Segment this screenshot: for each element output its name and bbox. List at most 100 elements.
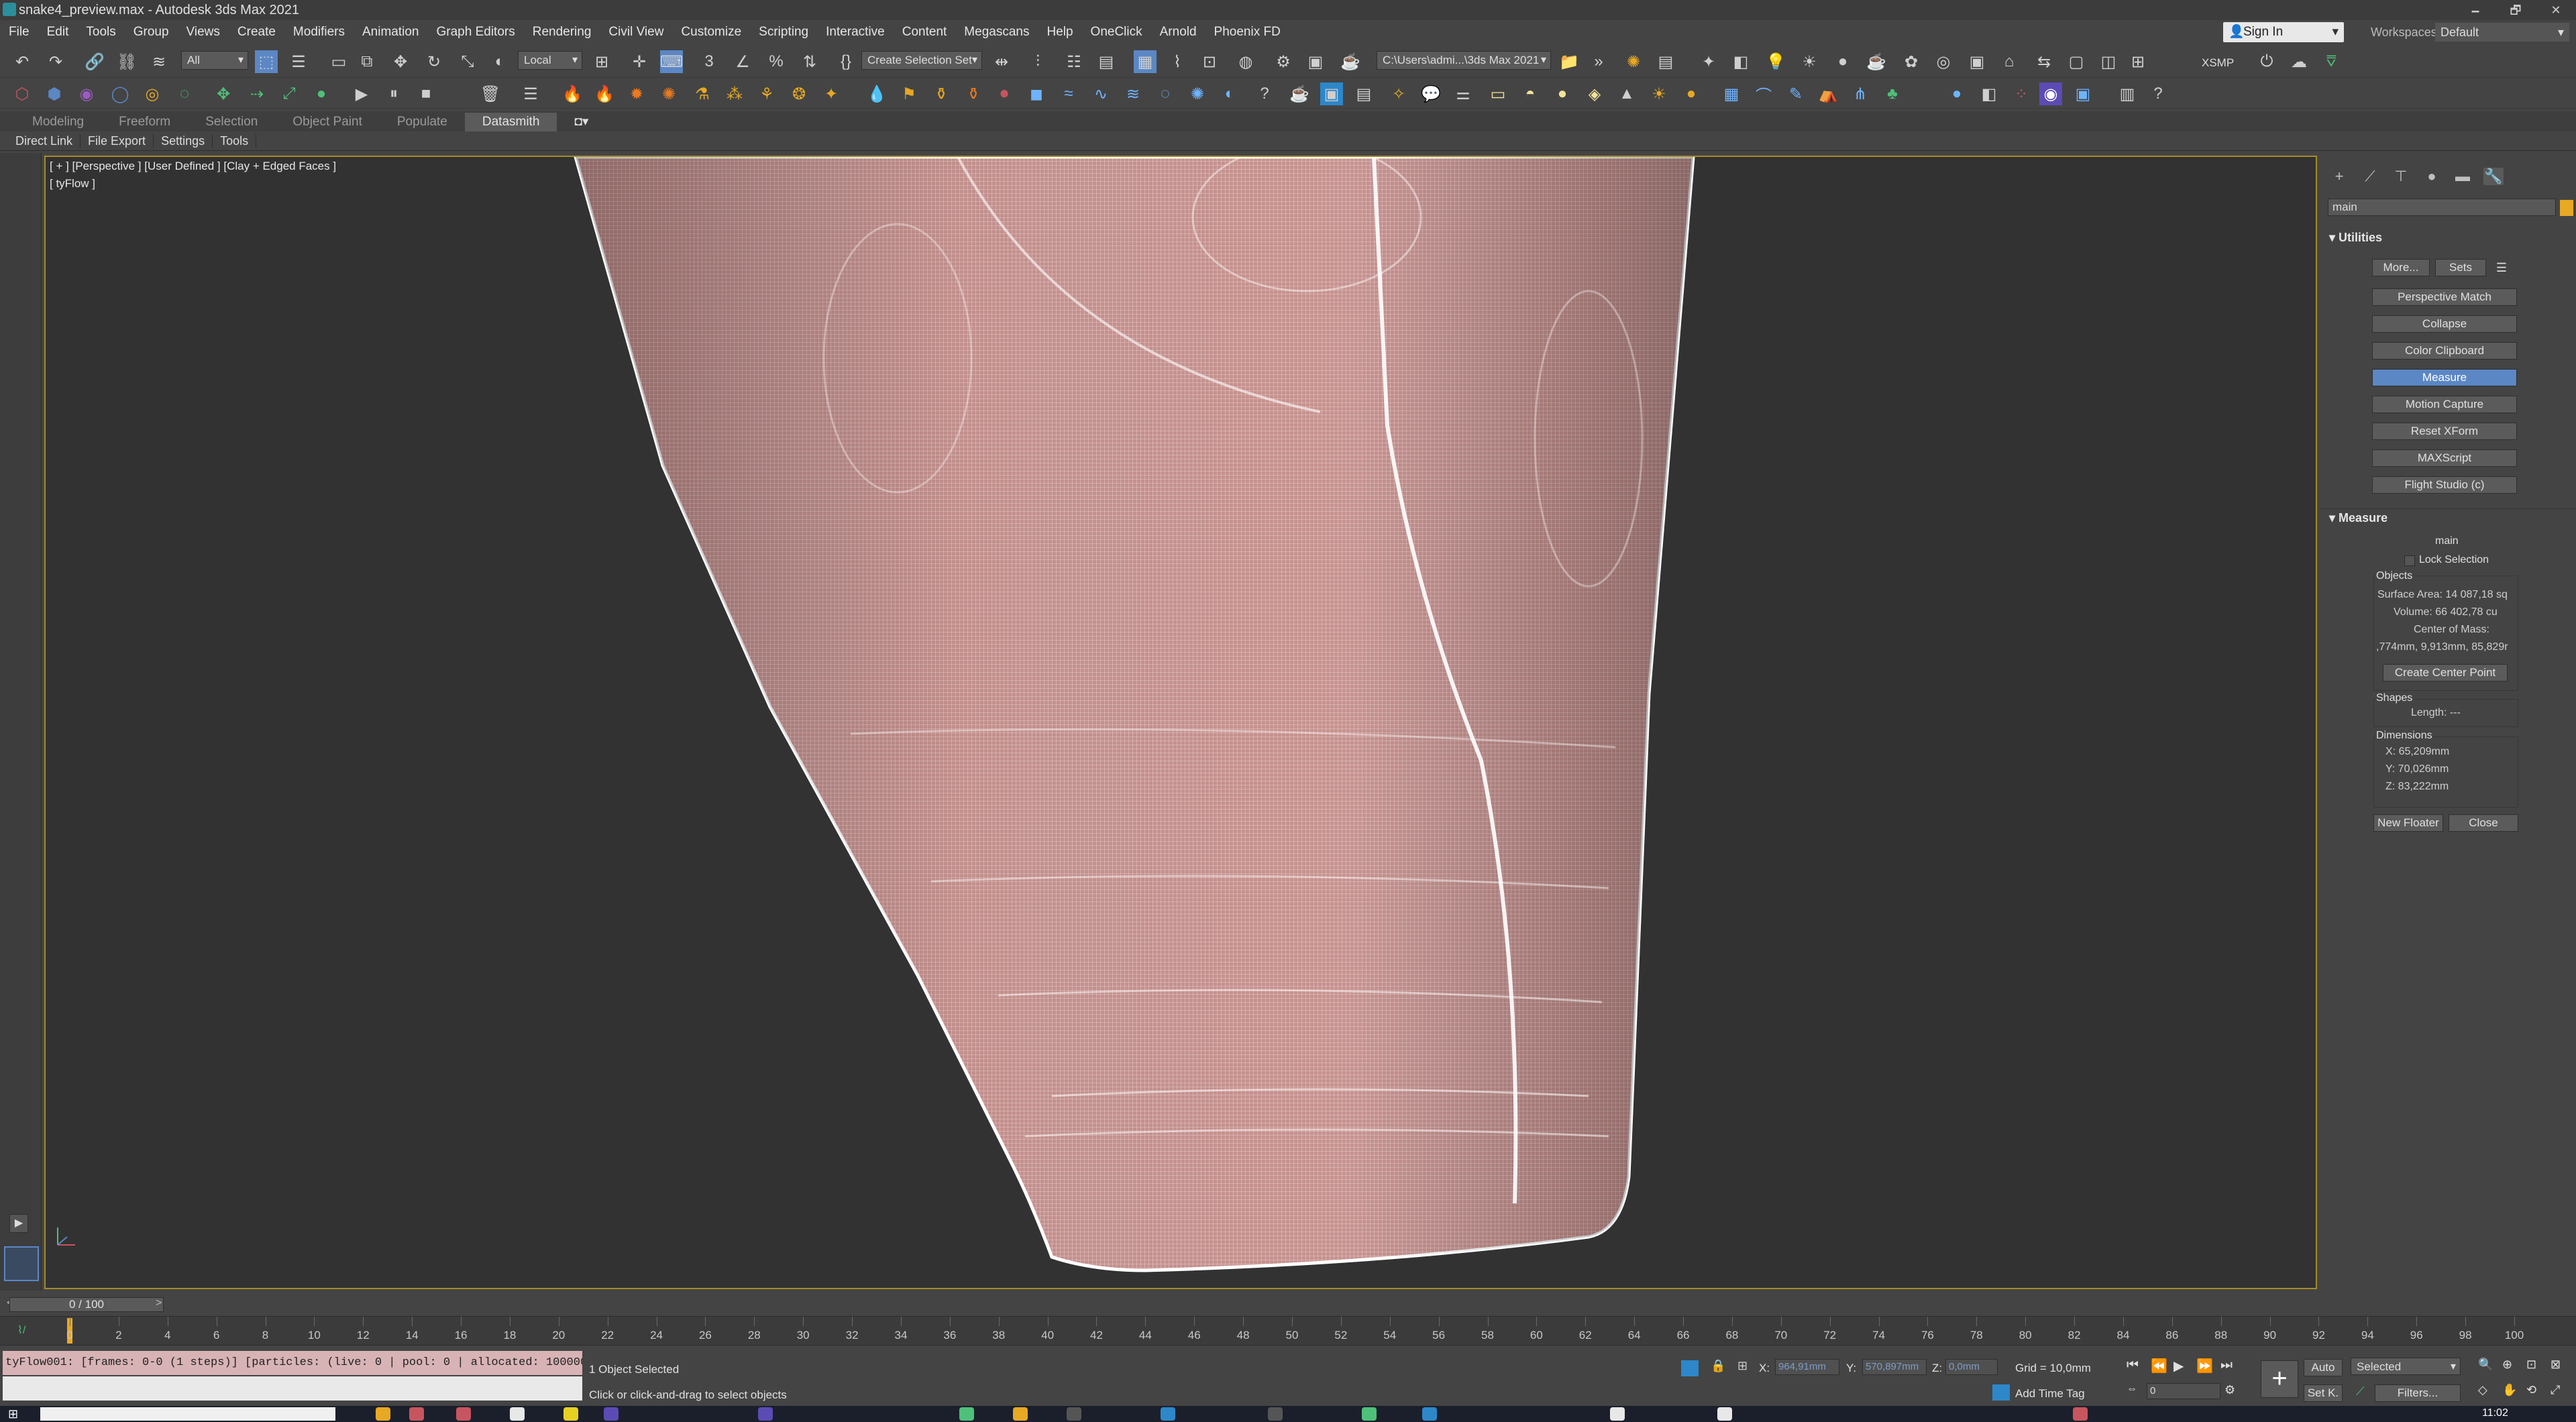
select-object-icon[interactable]: ⬚ — [255, 50, 278, 73]
box-icon[interactable]: ⬢ — [43, 83, 66, 105]
taskbar-app-orange-icon[interactable] — [1013, 1407, 1028, 1421]
z-coord-field[interactable]: 0,0mm — [1945, 1359, 1998, 1375]
ribbon-tab-modeling[interactable]: Modeling — [15, 113, 101, 131]
jar-icon[interactable]: ⚱ — [962, 83, 985, 105]
lock-icon[interactable]: 🔒 — [1711, 1359, 1725, 1373]
feather-icon[interactable]: ✎ — [1784, 83, 1807, 105]
y-coord-field[interactable]: 570,897mm — [1862, 1359, 1927, 1375]
bucket-icon[interactable]: ⚱ — [930, 83, 953, 105]
absolute-mode-icon[interactable]: ⊞ — [1737, 1359, 1748, 1373]
pause-icon[interactable]: ⏸ — [382, 83, 405, 105]
percent-snap-icon[interactable]: % — [765, 50, 788, 73]
configure-sets-icon[interactable]: ☰ — [2493, 259, 2510, 276]
foam-icon[interactable]: ❂ — [788, 83, 810, 105]
frame-buffer-icon[interactable]: ▤ — [1352, 83, 1375, 105]
current-frame-field[interactable]: 0 — [2147, 1383, 2220, 1399]
sun-icon[interactable]: ☀ — [1798, 50, 1821, 73]
project-folder-dropdown[interactable]: C:\Users\admi...\3ds Max 2021 — [1377, 51, 1551, 70]
scale-green-icon[interactable]: ⤢ — [278, 83, 301, 105]
place-icon[interactable]: ◐ — [488, 50, 511, 73]
windows-start-icon[interactable]: ⊞ — [8, 1407, 18, 1421]
taskbar-app-white2-icon[interactable] — [1717, 1407, 1732, 1421]
arnold-icon[interactable]: ✺ — [1622, 50, 1645, 73]
cube-icon[interactable]: ◼ — [1025, 83, 1048, 105]
target-icon[interactable]: ◎ — [141, 83, 164, 105]
redo-icon[interactable]: ↷ — [44, 50, 67, 73]
expand-viewport-icon[interactable]: ▶ — [9, 1214, 28, 1233]
layer-explorer-icon[interactable]: ▤ — [1095, 50, 1118, 73]
set-key-button[interactable]: Set K. — [2304, 1384, 2343, 1402]
menu-animation[interactable]: Animation — [354, 25, 428, 40]
list-icon[interactable]: ☰ — [519, 83, 542, 105]
ribbon-tab-selection[interactable]: Selection — [188, 113, 275, 131]
viewport-label[interactable]: [ + ] [Perspective ] [User Defined ] [Cl… — [50, 160, 336, 173]
material-grid-icon[interactable]: ⁘ — [2010, 83, 2033, 105]
scene-explorer-icon[interactable]: ☷ — [1063, 50, 1085, 73]
taskbar-explorer-icon[interactable] — [376, 1407, 390, 1421]
menu-views[interactable]: Views — [178, 25, 229, 40]
dot-icon[interactable]: ● — [310, 83, 333, 105]
arnold-render-view-icon[interactable]: ▤ — [1654, 50, 1677, 73]
time-tag-icon[interactable] — [1992, 1384, 2010, 1401]
taskbar-app-white-icon[interactable] — [1610, 1407, 1625, 1421]
maxscript-button[interactable]: MAXScript — [2372, 449, 2517, 467]
mini-curve-icon[interactable]: ⌇/ — [17, 1323, 25, 1337]
sliders-icon[interactable]: ⚌ — [1452, 83, 1474, 105]
foam-blue-icon[interactable]: ≋ — [1122, 83, 1144, 105]
taskbar-app-red2-icon[interactable] — [456, 1407, 471, 1421]
menu-content[interactable]: Content — [894, 25, 956, 40]
utilities-rollout-header[interactable]: Utilities — [2329, 231, 2382, 245]
chat-icon[interactable]: 💬 — [1419, 83, 1442, 105]
project-folder-icon[interactable]: 📁 — [1558, 50, 1580, 73]
select-by-name-icon[interactable]: ☰ — [287, 50, 310, 73]
utilities-tab-icon[interactable]: 🔧 — [2483, 168, 2504, 185]
menu-arnold[interactable]: Arnold — [1151, 25, 1205, 40]
ribbon-options-icon[interactable]: ◘▾ — [557, 113, 606, 131]
dome-light-icon[interactable]: ◓ — [1519, 83, 1542, 105]
ribbon-tab-freeform[interactable]: Freeform — [101, 113, 188, 131]
window-grid-icon[interactable]: ⊞ — [2127, 50, 2149, 73]
zoom-icon[interactable]: 🔍 — [2478, 1358, 2493, 1372]
field-of-view-icon[interactable]: ◇ — [2478, 1383, 2487, 1397]
tyflow-label[interactable]: [ tyFlow ] — [50, 177, 95, 190]
mesh-light-icon[interactable]: ◈ — [1583, 83, 1606, 105]
menu-phoenix-fd[interactable]: Phoenix FD — [1205, 25, 1289, 40]
filters-button[interactable]: Filters... — [2375, 1384, 2461, 1402]
scale-icon[interactable]: ⤡ — [456, 50, 479, 73]
ribbon-tab-datasmith[interactable]: Datasmith — [464, 113, 557, 131]
light-lister-icon[interactable]: ✧ — [1387, 83, 1410, 105]
close-button[interactable]: Close — [2449, 814, 2518, 832]
transfer-icon[interactable]: ⇆ — [2033, 50, 2055, 73]
bend-icon[interactable]: ⌒ — [1752, 83, 1775, 105]
shape-icon[interactable]: ⬡ — [11, 83, 34, 105]
edit-named-sets-icon[interactable]: {} — [835, 50, 857, 73]
cloud-icon[interactable]: ☁ — [2288, 50, 2310, 73]
material-browser-icon[interactable]: ◧ — [1978, 83, 2000, 105]
menu-interactive[interactable]: Interactive — [817, 25, 894, 40]
spot-light-icon[interactable]: ▲ — [1615, 83, 1638, 105]
ies-light-icon[interactable]: ● — [1680, 83, 1703, 105]
material-slot-icon[interactable]: ◉ — [2039, 83, 2062, 105]
grid-icon[interactable]: ▦ — [1720, 83, 1743, 105]
motion-capture-button[interactable]: Motion Capture — [2372, 396, 2517, 413]
camera-icon[interactable]: ◧ — [1729, 50, 1752, 73]
network-icon[interactable]: ⌂ — [1998, 50, 2021, 73]
reset-xform-button[interactable]: Reset XForm — [2372, 423, 2517, 440]
go-to-start-icon[interactable]: ⏮ — [2127, 1358, 2139, 1373]
circle-icon[interactable]: ◯ — [109, 83, 131, 105]
liquid-icon[interactable]: 💧 — [865, 83, 888, 105]
stop-circle-icon[interactable]: ⏺ — [993, 83, 1016, 105]
3dsmax-app-icon[interactable] — [3, 3, 16, 16]
sphere-light-icon[interactable]: ● — [1551, 83, 1574, 105]
maxscript-listener[interactable]: tyFlow001: [frames: 0-0 (1 steps)] [part… — [3, 1351, 582, 1375]
pan-icon[interactable]: ✋ — [2502, 1383, 2517, 1397]
window-split-icon[interactable]: ◫ — [2097, 50, 2120, 73]
help-icon[interactable]: ? — [1253, 83, 1276, 105]
menu-file[interactable]: File — [0, 25, 38, 40]
color-clipboard-button[interactable]: Color Clipboard — [2372, 342, 2517, 360]
more-tools-icon[interactable]: » — [1587, 50, 1610, 73]
menu-edit[interactable]: Edit — [38, 25, 78, 40]
menu-megascans[interactable]: Megascans — [955, 25, 1038, 40]
frame-nav-icon[interactable]: ⇔ — [2127, 1383, 2137, 1395]
fur-icon[interactable]: ⋔ — [1849, 83, 1872, 105]
